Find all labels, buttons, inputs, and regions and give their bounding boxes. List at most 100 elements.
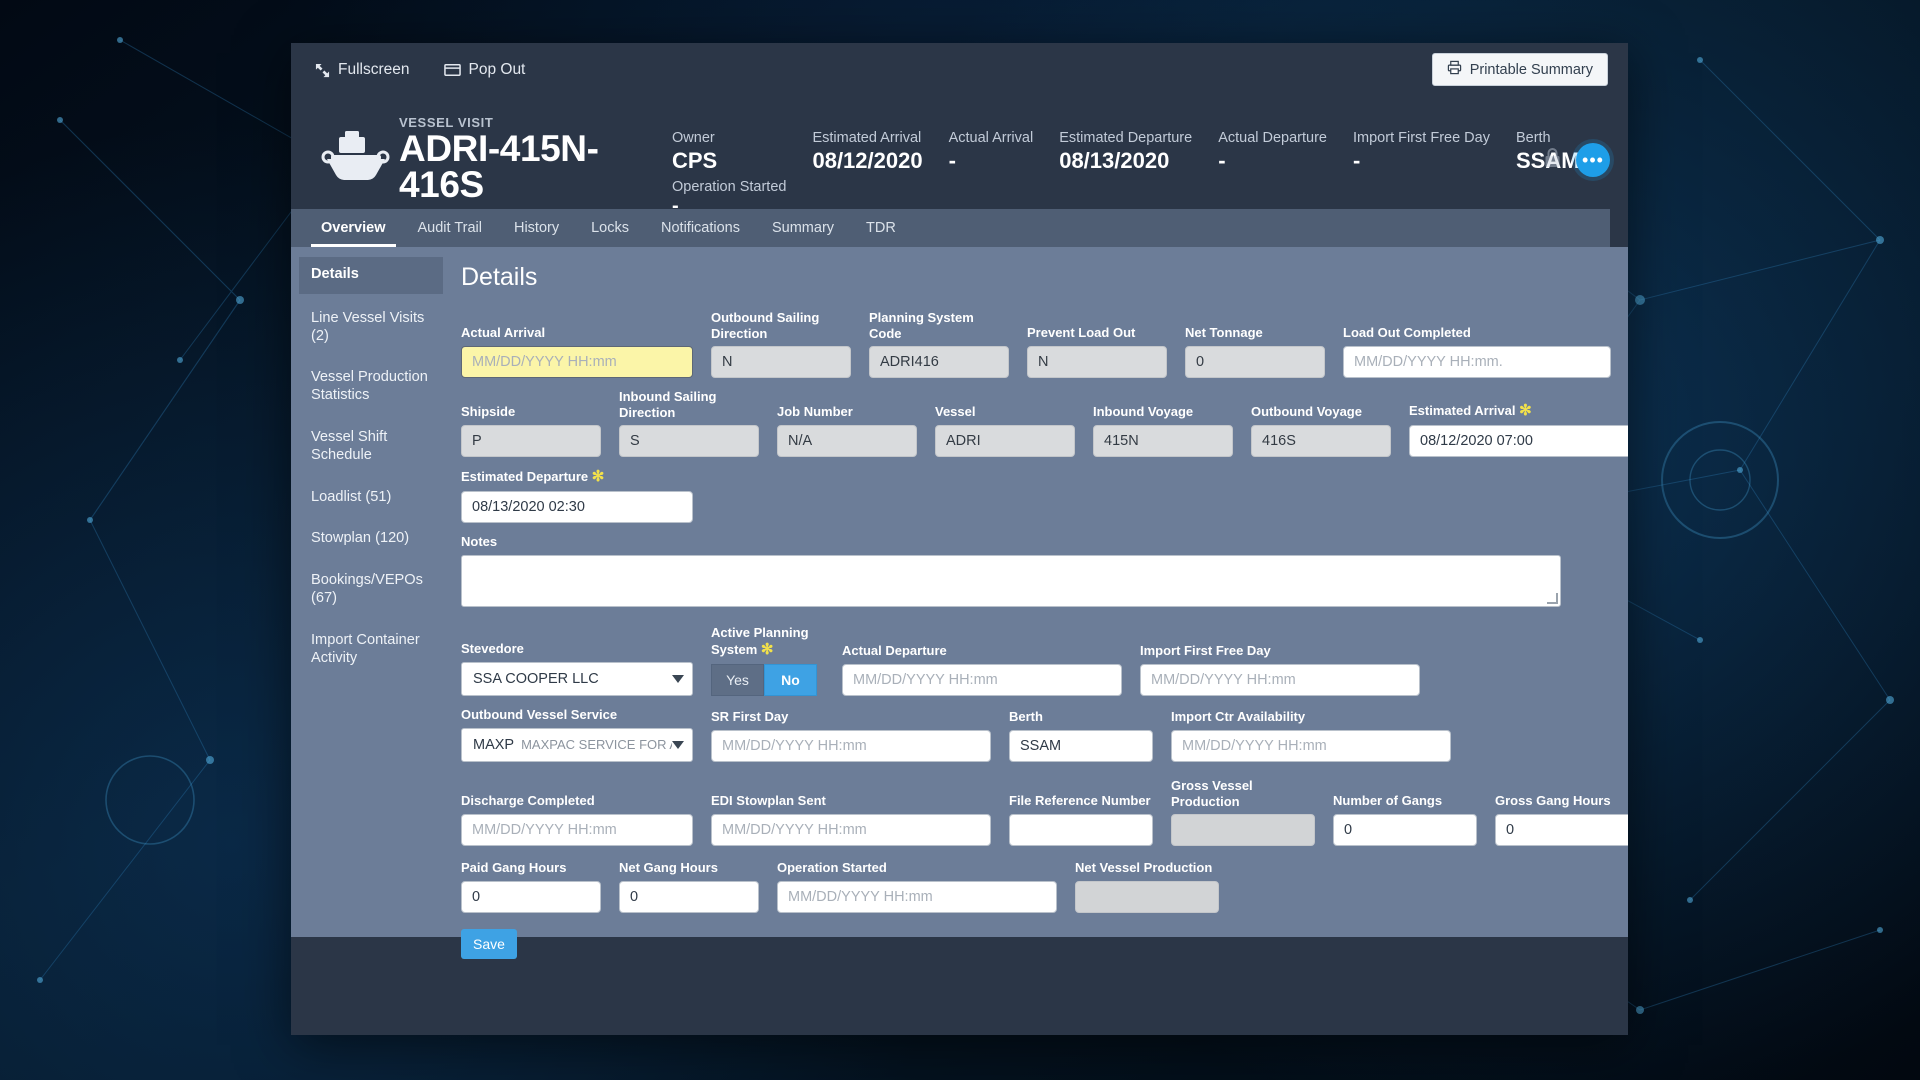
printable-summary-button[interactable]: Printable Summary [1431, 53, 1608, 86]
vessel-icon [319, 127, 391, 191]
field-label-text: Estimated Arrival [1409, 403, 1516, 419]
stevedore-select[interactable]: SSA COOPER LLC [461, 661, 693, 696]
tab-label: Notifications [661, 220, 740, 236]
field-planning-system-code: Planning System Code ADRI416 [869, 310, 1009, 379]
operation-started-input[interactable]: MM/DD/YYYY HH:mm [777, 881, 1057, 914]
discharge-completed-input[interactable]: MM/DD/YYYY HH:mm [461, 814, 693, 847]
file-reference-number-input[interactable] [1009, 814, 1153, 847]
field-label: Estimated Departure ✻ [461, 468, 693, 486]
sidebar-item-vessel-shift-schedule[interactable]: Vessel Shift Schedule [299, 421, 443, 473]
stat-owner: Owner CPS Operation Started - [672, 129, 786, 218]
field-label: Number of Gangs [1333, 793, 1443, 809]
required-marker: ✻ [1519, 402, 1532, 420]
toggle-option-no[interactable]: No [764, 663, 817, 696]
field-label: Operation Started [777, 860, 887, 876]
save-button[interactable]: Save [461, 929, 517, 960]
form-row-notes: Notes [461, 534, 1628, 608]
load-out-completed-input[interactable]: MM/DD/YYYY HH:mm. [1343, 346, 1611, 379]
form-row-7: Paid Gang Hours 0 Net Gang Hours 0 Opera… [461, 860, 1628, 914]
form-row-6: Discharge Completed MM/DD/YYYY HH:mm EDI… [461, 778, 1628, 847]
required-marker: ✻ [760, 640, 774, 658]
tab-audit-trail[interactable]: Audit Trail [402, 209, 498, 247]
import-first-free-day-input[interactable]: MM/DD/YYYY HH:mm [1140, 663, 1420, 696]
number-of-gangs-input[interactable]: 0 [1333, 814, 1477, 847]
placeholder: MM/DD/YYYY HH:mm [722, 822, 867, 839]
tab-overview[interactable]: Overview [305, 209, 402, 247]
placeholder: MM/DD/YYYY HH:mm [472, 822, 617, 839]
form-row-5: Outbound Vessel Service MAXP MAXPAC SERV… [461, 707, 1628, 762]
field-label: Outbound Voyage [1251, 404, 1362, 420]
gross-gang-hours-input[interactable]: 0 [1495, 814, 1628, 847]
field-stevedore: Stevedore SSA COOPER LLC [461, 641, 693, 696]
active-planning-system-toggle[interactable]: Yes No [711, 663, 824, 696]
actual-departure-input[interactable]: MM/DD/YYYY HH:mm [842, 663, 1122, 696]
notes-textarea[interactable] [461, 555, 1561, 608]
inbound-sailing-direction-input: S [619, 425, 759, 458]
sidebar-item-details[interactable]: Details [299, 257, 443, 294]
more-actions-button[interactable]: ••• [1576, 143, 1610, 177]
fullscreen-button[interactable]: Fullscreen [315, 61, 410, 79]
sr-first-day-input[interactable]: MM/DD/YYYY HH:mm [711, 729, 991, 762]
outbound-sailing-direction-input: N [711, 346, 851, 379]
placeholder: MM/DD/YYYY HH:mm. [1354, 354, 1503, 371]
field-shipside: Shipside P [461, 404, 601, 458]
field-outbound-sailing-direction: Outbound Sailing Direction N [711, 310, 851, 379]
tab-notifications[interactable]: Notifications [645, 209, 756, 247]
stat-value: - [1353, 148, 1361, 174]
field-net-tonnage: Net Tonnage 0 [1185, 325, 1325, 379]
lock-icon[interactable] [1543, 147, 1562, 174]
sidebar-item-stowplan[interactable]: Stowplan (120) [299, 522, 443, 556]
sidebar-item-loadlist[interactable]: Loadlist (51) [299, 481, 443, 515]
field-label: Net Gang Hours [619, 860, 718, 876]
actual-arrival-input[interactable]: MM/DD/YYYY HH:mm [461, 346, 693, 379]
field-number-of-gangs: Number of Gangs 0 [1333, 793, 1477, 847]
stat-value: - [1218, 148, 1226, 174]
stat-label-operation-started: Operation Started [672, 179, 787, 196]
field-label-text: Estimated Departure [461, 469, 589, 485]
outbound-vessel-service-select[interactable]: MAXP MAXPAC SERVICE FOR ANZ [461, 727, 693, 762]
tab-history[interactable]: History [498, 209, 575, 247]
header-actions: ••• [1543, 143, 1610, 177]
stat-actual-departure: Actual Departure - [1218, 129, 1327, 218]
sidebar-item-vessel-production-statistics[interactable]: Vessel Production Statistics [299, 361, 443, 413]
vessel-input: ADRI [935, 425, 1075, 458]
field-label: File Reference Number [1009, 793, 1151, 809]
page-title: ADRI-415N-416S [399, 128, 599, 205]
stat-value: CPS [672, 148, 718, 174]
field-berth: Berth SSAM [1009, 709, 1153, 762]
stat-value: - [948, 148, 956, 174]
sidebar-item-import-container-activity[interactable]: Import Container Activity [299, 624, 443, 676]
field-label: Vessel [935, 404, 976, 420]
paid-gang-hours-input[interactable]: 0 [461, 881, 601, 914]
berth-input[interactable]: SSAM [1009, 729, 1153, 762]
import-ctr-availability-input[interactable]: MM/DD/YYYY HH:mm [1171, 729, 1451, 762]
outbound-voyage-input: 416S [1251, 425, 1391, 458]
sidebar-item-bookings-vepos[interactable]: Bookings/VEPOs (67) [299, 564, 443, 616]
toggle-option-yes[interactable]: Yes [711, 663, 764, 696]
field-label: Shipside [461, 404, 516, 420]
tab-tdr[interactable]: TDR [850, 209, 912, 247]
estimated-arrival-input[interactable]: 08/12/2020 07:00 [1409, 425, 1628, 458]
stat-actual-arrival: Actual Arrival - [949, 129, 1034, 218]
field-paid-gang-hours: Paid Gang Hours 0 [461, 860, 601, 914]
field-label: Inbound Sailing Direction [619, 389, 717, 420]
field-label: Import First Free Day [1140, 642, 1271, 658]
outbound-vessel-service-code: MAXP [473, 736, 515, 753]
sidebar-item-line-vessel-visits[interactable]: Line Vessel Visits (2) [299, 302, 443, 354]
edi-stowplan-sent-input[interactable]: MM/DD/YYYY HH:mm [711, 814, 991, 847]
estimated-departure-input[interactable]: 08/13/2020 02:30 [461, 491, 693, 524]
stat-label: Owner [672, 130, 715, 146]
chevron-down-icon [672, 674, 684, 683]
net-gang-hours-input[interactable]: 0 [619, 881, 759, 914]
popout-button[interactable]: Pop Out [443, 61, 525, 79]
field-gross-vessel-production: Gross Vessel Production [1171, 778, 1315, 847]
tab-locks[interactable]: Locks [575, 209, 645, 247]
field-label: Estimated Arrival ✻ [1409, 402, 1628, 420]
field-import-ctr-availability: Import Ctr Availability MM/DD/YYYY HH:mm [1171, 709, 1451, 762]
field-label: Active Planning System ✻ [711, 625, 824, 659]
field-label: Paid Gang Hours [461, 860, 567, 876]
vessel-visit-window: Fullscreen Pop Out Printable Summary VES… [291, 43, 1628, 1035]
tab-summary[interactable]: Summary [756, 209, 850, 247]
net-tonnage-input: 0 [1185, 346, 1325, 379]
field-edi-stowplan-sent: EDI Stowplan Sent MM/DD/YYYY HH:mm [711, 793, 991, 847]
